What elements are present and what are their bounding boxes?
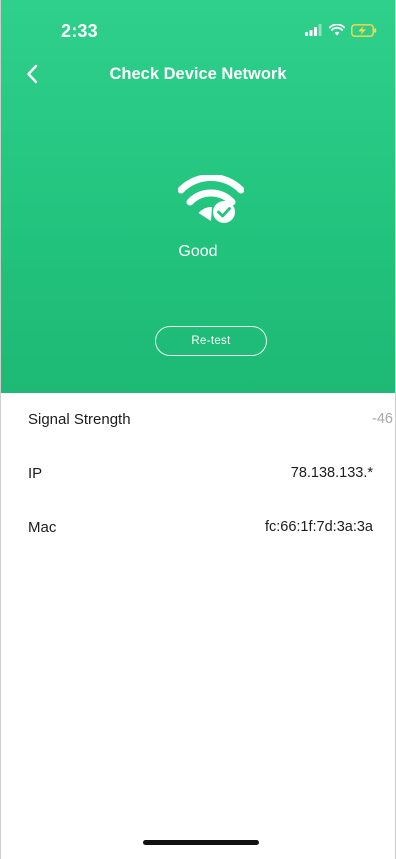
- check-device-network-screen: 2:33 Check Device Network Good Re-test S…: [0, 0, 396, 859]
- retest-button[interactable]: Re-test: [155, 326, 267, 356]
- mac-label: Mac: [28, 519, 57, 536]
- status-icons: [305, 22, 377, 38]
- page-title: Check Device Network: [109, 65, 287, 83]
- wifi-check-icon: [178, 175, 244, 223]
- mac-value: fc:66:1f:7d:3a:3a: [264, 519, 373, 535]
- status-time: 2:33: [61, 21, 98, 41]
- status-bar: 2:33: [1, 0, 395, 50]
- home-indicator: [143, 840, 259, 845]
- ip-row: IP 78.138.133.*: [1, 447, 395, 501]
- navigation-bar: Check Device Network: [1, 56, 395, 92]
- signal-strength-value: -46: [372, 411, 393, 427]
- network-details-list: Signal Strength -46 IP 78.138.133.* Mac …: [1, 393, 395, 555]
- cellular-signal-icon: [305, 24, 322, 36]
- mac-row: Mac fc:66:1f:7d:3a:3a: [1, 501, 395, 555]
- network-status-label: Good: [178, 243, 218, 260]
- network-status-header: 2:33 Check Device Network Good Re-test: [1, 0, 395, 393]
- battery-charging-icon: [351, 23, 377, 37]
- ip-value: 78.138.133.*: [290, 465, 373, 481]
- wifi-status-icon: [329, 24, 345, 36]
- signal-strength-label: Signal Strength: [28, 411, 131, 428]
- signal-strength-row: Signal Strength -46: [1, 393, 395, 447]
- ip-label: IP: [28, 465, 43, 482]
